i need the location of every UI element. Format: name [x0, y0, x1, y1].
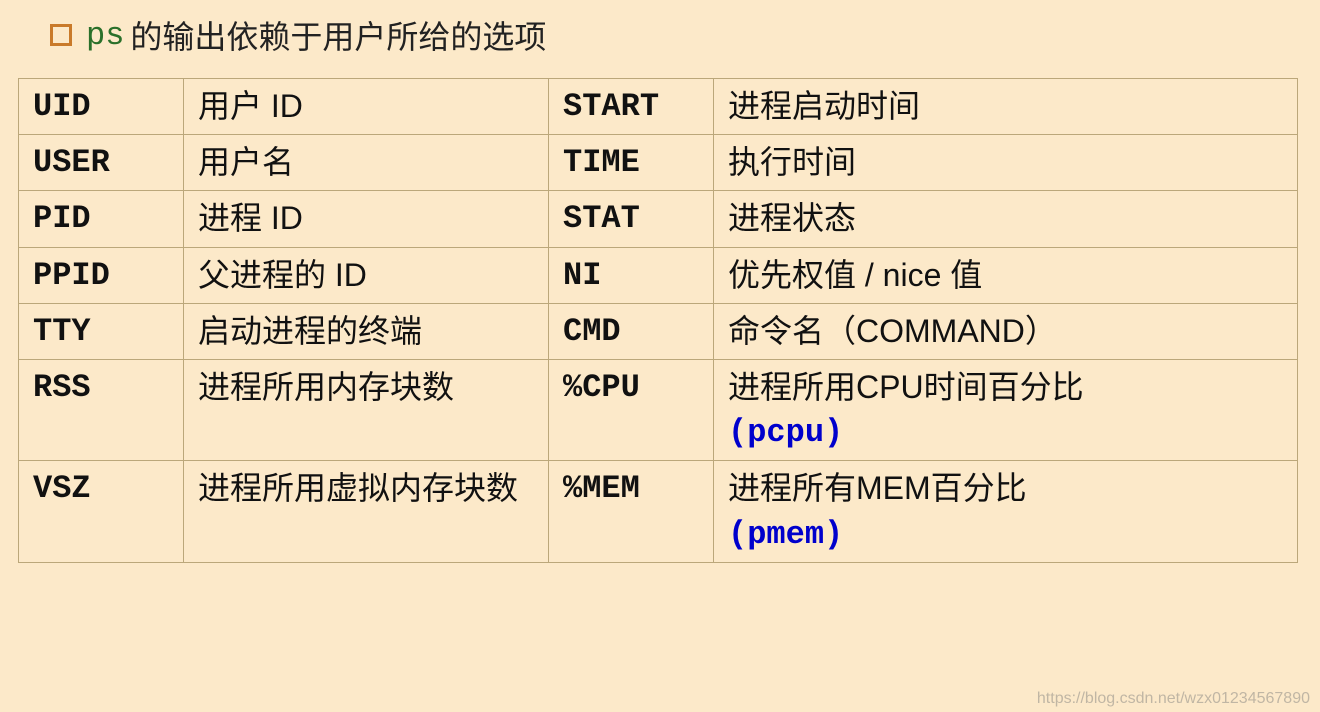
table-row: UID 用户 ID START 进程启动时间	[19, 79, 1298, 135]
watermark: https://blog.csdn.net/wzx01234567890	[1037, 690, 1310, 708]
ps-output-table: UID 用户 ID START 进程启动时间 USER 用户名 TIME 执行时…	[18, 78, 1298, 563]
table-row: PPID 父进程的 ID NI 优先权值 / nice 值	[19, 247, 1298, 303]
key-pid: PID	[19, 191, 184, 247]
table-row: RSS 进程所用内存块数 %CPU 进程所用CPU时间百分比 (pcpu)	[19, 359, 1298, 460]
page-title: ps 的输出依赖于用户所给的选项	[0, 0, 1320, 78]
key-ppid: PPID	[19, 247, 184, 303]
desc-user: 用户名	[184, 135, 549, 191]
key-user: USER	[19, 135, 184, 191]
desc-pcpu: 进程所用CPU时间百分比 (pcpu)	[714, 359, 1298, 460]
key-uid: UID	[19, 79, 184, 135]
desc-ppid: 父进程的 ID	[184, 247, 549, 303]
desc-uid: 用户 ID	[184, 79, 549, 135]
table-row: USER 用户名 TIME 执行时间	[19, 135, 1298, 191]
desc-rss: 进程所用内存块数	[184, 359, 549, 460]
key-vsz: VSZ	[19, 461, 184, 562]
desc-pcpu-sub: (pcpu)	[728, 414, 843, 451]
table-row: VSZ 进程所用虚拟内存块数 %MEM 进程所有MEM百分比 (pmem)	[19, 461, 1298, 562]
key-time: TIME	[549, 135, 714, 191]
title-text: 的输出依赖于用户所给的选项	[130, 12, 546, 58]
table-row: PID 进程 ID STAT 进程状态	[19, 191, 1298, 247]
key-stat: STAT	[549, 191, 714, 247]
desc-pmem: 进程所有MEM百分比 (pmem)	[714, 461, 1298, 562]
key-pmem: %MEM	[549, 461, 714, 562]
desc-start: 进程启动时间	[714, 79, 1298, 135]
title-code: ps	[86, 17, 124, 54]
key-pcpu: %CPU	[549, 359, 714, 460]
key-rss: RSS	[19, 359, 184, 460]
key-tty: TTY	[19, 303, 184, 359]
key-ni: NI	[549, 247, 714, 303]
desc-tty: 启动进程的终端	[184, 303, 549, 359]
bullet-icon	[50, 24, 72, 46]
key-cmd: CMD	[549, 303, 714, 359]
desc-vsz: 进程所用虚拟内存块数	[184, 461, 549, 562]
desc-stat: 进程状态	[714, 191, 1298, 247]
desc-time: 执行时间	[714, 135, 1298, 191]
desc-cmd: 命令名（COMMAND）	[714, 303, 1298, 359]
key-start: START	[549, 79, 714, 135]
table-row: TTY 启动进程的终端 CMD 命令名（COMMAND）	[19, 303, 1298, 359]
desc-pmem-sub: (pmem)	[728, 516, 843, 553]
desc-pid: 进程 ID	[184, 191, 549, 247]
desc-ni: 优先权值 / nice 值	[714, 247, 1298, 303]
desc-pcpu-text: 进程所用CPU时间百分比	[728, 369, 1084, 405]
desc-pmem-text: 进程所有MEM百分比	[728, 470, 1027, 506]
